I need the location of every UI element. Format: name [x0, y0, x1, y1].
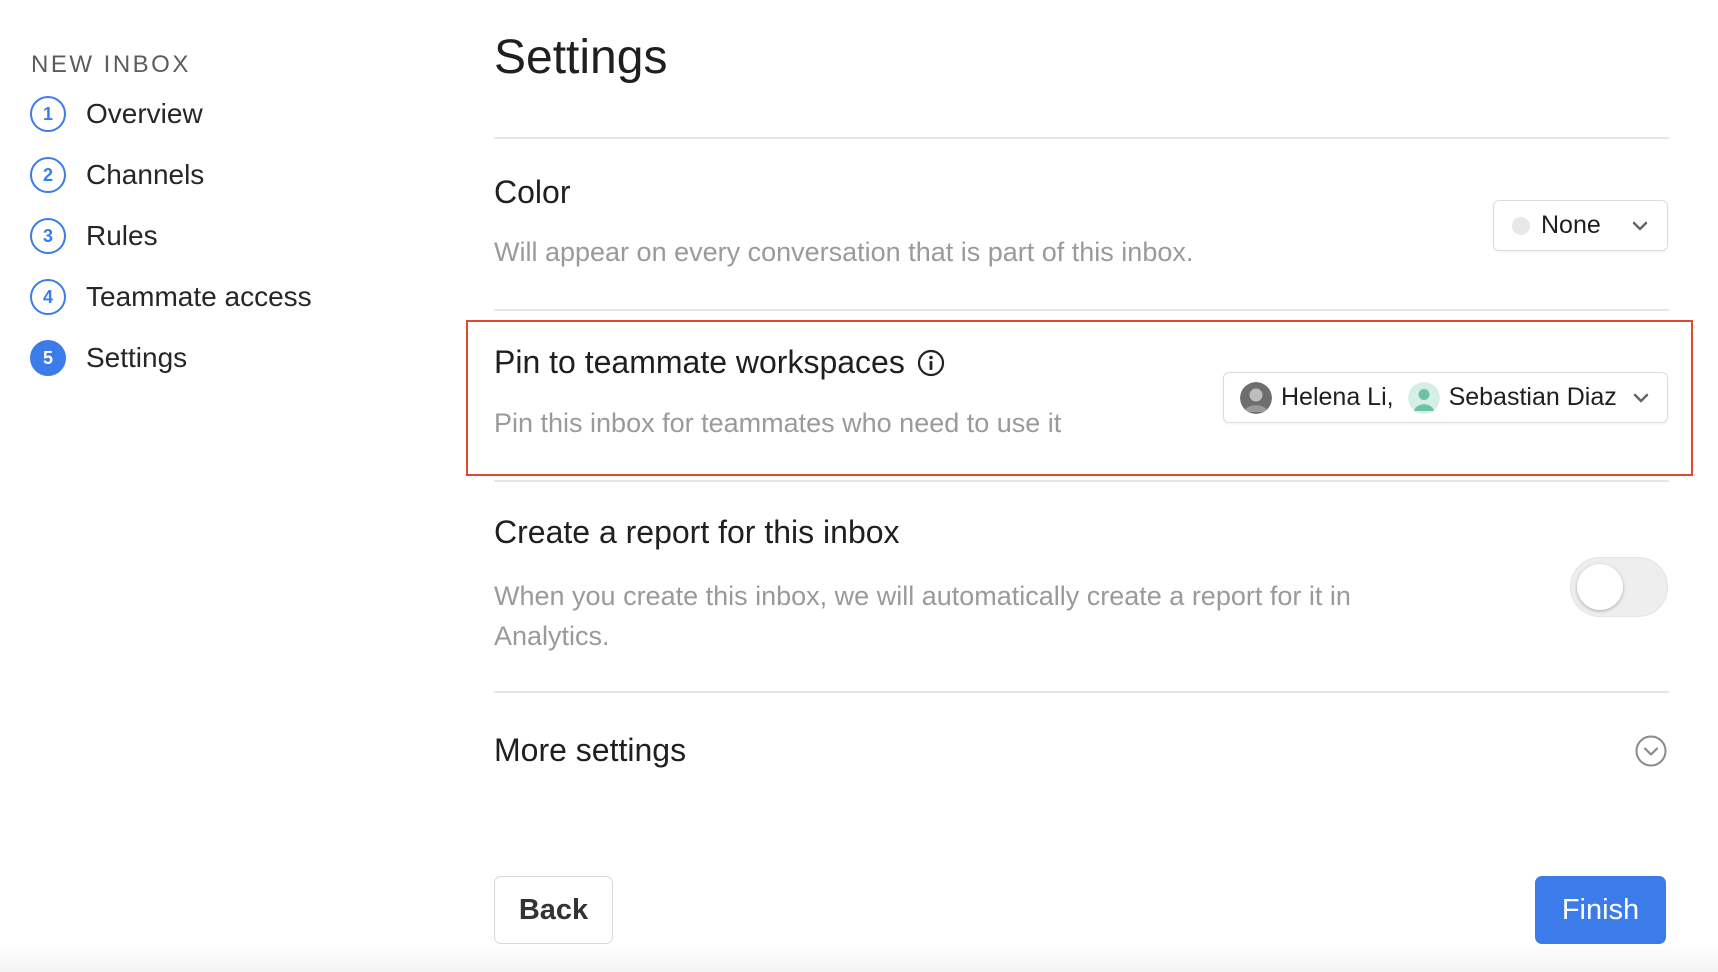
sidebar-title: NEW INBOX — [31, 51, 191, 78]
color-dropdown[interactable]: None — [1493, 200, 1668, 251]
step-label: Teammate access — [86, 281, 312, 312]
finish-button[interactable]: Finish — [1535, 876, 1666, 944]
step-channels[interactable]: 2 Channels — [30, 153, 204, 197]
bottom-fade — [0, 944, 1718, 972]
teammate-name: Helena Li, — [1281, 383, 1394, 411]
step-number-active: 5 — [30, 340, 66, 376]
report-toggle[interactable] — [1570, 557, 1668, 617]
chevron-down-icon — [1632, 221, 1648, 230]
step-settings[interactable]: 5 Settings — [30, 336, 187, 380]
avatar-sebastian — [1407, 381, 1440, 414]
pin-section-title: Pin to teammate workspaces — [494, 344, 905, 380]
divider — [494, 480, 1669, 482]
divider — [494, 137, 1669, 139]
step-label: Channels — [86, 159, 205, 190]
avatar-helena — [1240, 381, 1272, 414]
teammate-name: Sebastian Diaz — [1448, 383, 1617, 411]
color-section-description: Will appear on every conversation that i… — [494, 237, 1194, 267]
step-number: 2 — [30, 157, 66, 193]
chevron-down-icon — [1633, 393, 1649, 402]
divider — [494, 691, 1669, 693]
color-section-title: Color — [494, 174, 571, 210]
toggle-knob — [1577, 564, 1623, 610]
back-button[interactable]: Back — [494, 876, 613, 944]
divider — [494, 309, 1669, 311]
page-title: Settings — [494, 31, 668, 84]
pin-section-title-row: Pin to teammate workspaces — [494, 344, 945, 381]
more-settings-title: More settings — [494, 732, 687, 768]
empty-circle-icon — [1512, 216, 1530, 235]
step-teammate-access[interactable]: 4 Teammate access — [30, 275, 312, 319]
report-section-description: When you create this inbox, we will auto… — [494, 581, 1351, 651]
step-rules[interactable]: 3 Rules — [30, 214, 158, 258]
pin-section-description: Pin this inbox for teammates who need to… — [494, 408, 1062, 438]
step-label: Rules — [86, 220, 158, 251]
step-label: Settings — [86, 342, 188, 373]
step-overview[interactable]: 1 Overview — [30, 92, 203, 136]
step-number: 4 — [30, 279, 66, 315]
info-icon[interactable] — [917, 349, 945, 377]
step-number: 3 — [30, 218, 66, 254]
color-selected-value: None — [1541, 211, 1601, 239]
report-section-title: Create a report for this inbox — [494, 514, 900, 550]
step-label: Overview — [86, 98, 203, 129]
teammates-dropdown[interactable]: Helena Li, Sebastian Diaz — [1223, 372, 1668, 423]
step-number: 1 — [30, 96, 66, 132]
circle-chevron-down-icon[interactable] — [1634, 734, 1668, 768]
